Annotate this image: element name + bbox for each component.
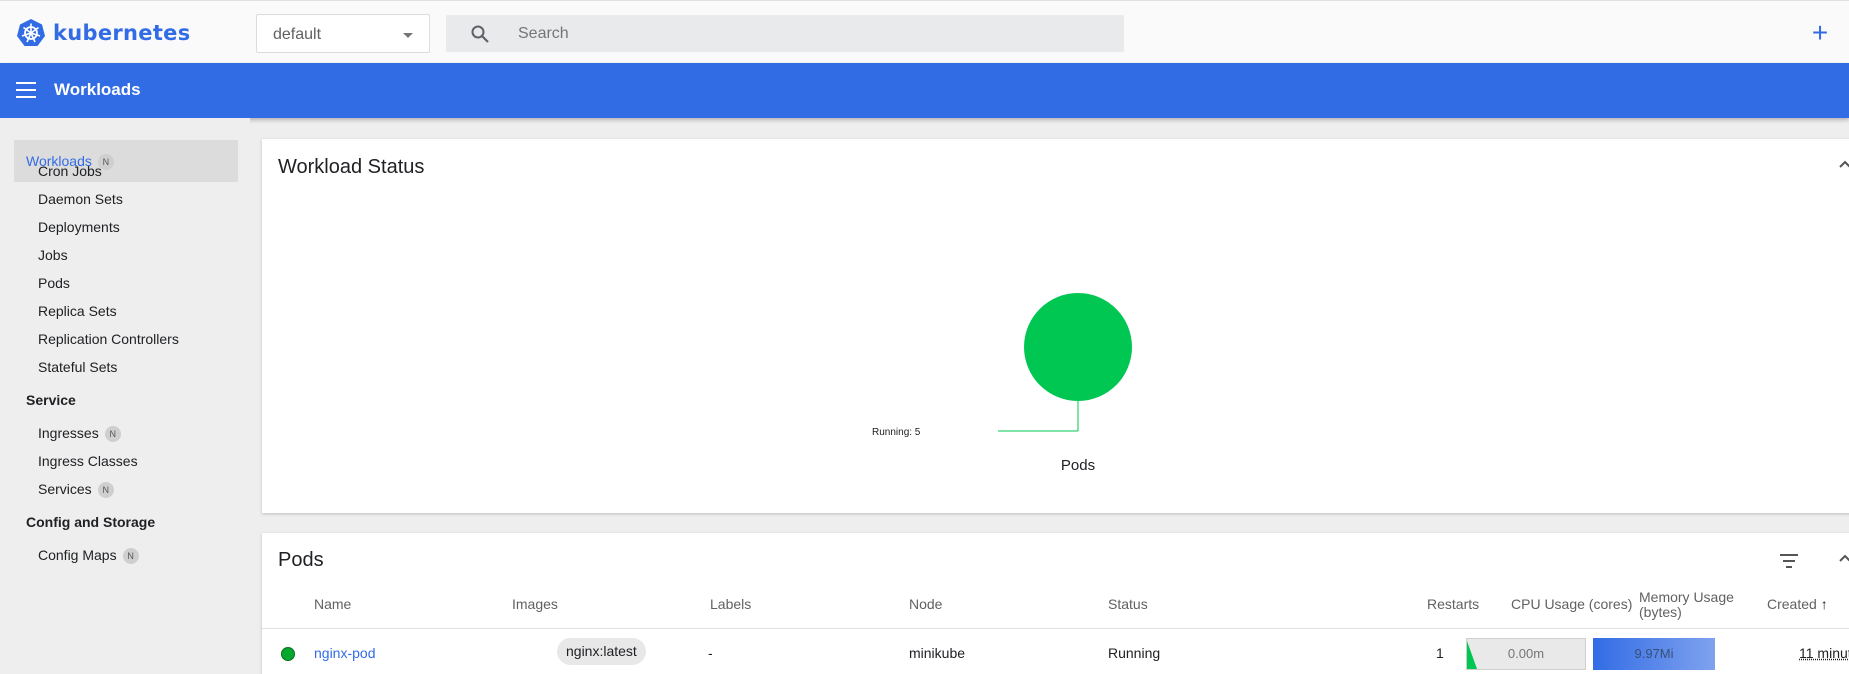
namespace-value: default [273,26,321,44]
column-header-node: Node [909,597,942,612]
new-badge: N [98,482,114,498]
sidebar-item-ingress-classes[interactable]: Ingress Classes [38,453,138,469]
sidebar-item-stateful-sets[interactable]: Stateful Sets [38,359,117,375]
collapse-chevron-up-icon[interactable] [1838,553,1849,563]
sidebar-item-config-maps[interactable]: Config Maps N [38,547,139,564]
new-badge: N [105,426,121,442]
create-resource-button[interactable]: + [1806,15,1834,51]
pods-pie-chart: Running: 5 Pods [262,139,1849,513]
pod-restarts: 1 [1436,645,1444,661]
top-toolbar: kubernetes default + [0,0,1849,63]
chevron-down-icon [403,33,413,38]
pods-card: Pods Name Images Labels Node Status Rest… [262,533,1849,674]
memory-usage-sparkline: 9.97Mi [1593,638,1715,670]
column-header-labels: Labels [710,597,751,612]
cpu-usage-sparkline: 0.00m [1466,638,1586,670]
sidebar: Workloads N Cron Jobs Daemon Sets Deploym… [0,118,250,674]
pie-chart-title: Pods [1061,457,1095,474]
sidebar-item-replica-sets[interactable]: Replica Sets [38,303,117,319]
kubernetes-logo[interactable]: kubernetes [16,18,191,48]
column-header-status: Status [1108,597,1148,612]
table-header-divider [262,628,1849,629]
sidebar-item-daemon-sets[interactable]: Daemon Sets [38,191,123,207]
sidebar-section-config-storage[interactable]: Config and Storage [26,514,155,530]
filter-icon[interactable] [1779,554,1799,570]
memory-usage-value: 9.97Mi [1593,638,1715,670]
namespace-select[interactable]: default [256,14,430,53]
column-header-memory: Memory Usage (bytes) [1639,590,1734,620]
pod-status: Running [1108,645,1160,661]
pod-node: minikube [909,645,965,661]
column-header-name[interactable]: Name [314,597,351,612]
sort-arrow-up-icon: ↑ [1821,596,1828,612]
running-status-icon [281,647,295,661]
pods-card-title: Pods [278,549,324,572]
kubernetes-wheel-icon [16,18,46,48]
pod-created-time[interactable]: 11 minutes ago [1799,645,1849,661]
sidebar-item-jobs[interactable]: Jobs [38,247,68,263]
slice-label-running: Running: 5 [872,427,921,438]
image-chip: nginx:latest [557,638,646,665]
search-input[interactable] [518,15,1108,52]
pod-name-link[interactable]: nginx-pod [314,645,376,661]
column-header-images: Images [512,597,558,612]
column-header-restarts: Restarts [1427,597,1479,612]
new-badge: N [123,548,139,564]
pie-slice-0[interactable] [1024,293,1132,401]
sidebar-item-services[interactable]: Services N [38,481,114,498]
pod-labels: - [708,645,713,661]
sidebar-item-cron-jobs[interactable]: Cron Jobs [38,163,102,179]
sidebar-section-service[interactable]: Service [26,392,76,408]
cpu-usage-value: 0.00m [1467,639,1585,669]
page-title: Workloads [54,80,141,100]
menu-icon[interactable] [16,82,36,98]
sidebar-item-pods[interactable]: Pods [38,275,70,291]
workload-status-card: Workload Status Running: 5 Pods [262,139,1849,513]
column-header-created[interactable]: Created ↑ [1767,597,1828,612]
search-icon [470,24,490,44]
logo-text: kubernetes [53,21,191,45]
column-header-cpu: CPU Usage (cores) [1511,597,1632,612]
search-bar [446,15,1124,52]
sidebar-item-replication-controllers[interactable]: Replication Controllers [38,331,179,347]
sidebar-item-ingresses[interactable]: Ingresses N [38,425,121,442]
page-header: Workloads [0,63,1849,118]
sidebar-item-deployments[interactable]: Deployments [38,219,120,235]
